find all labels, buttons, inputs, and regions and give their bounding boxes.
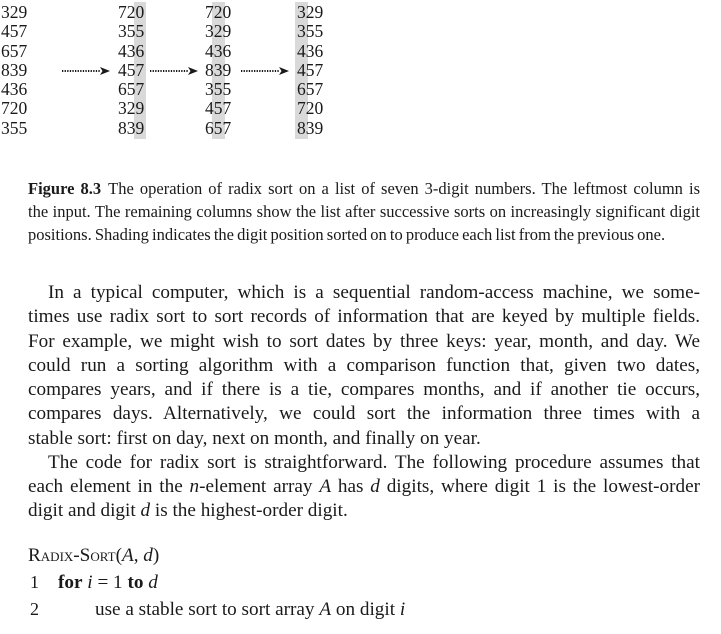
dotted-arrow-icon: [241, 67, 289, 75]
code-line: 2 use a stable sort to sort array A on di…: [28, 596, 700, 623]
body-paragraph: In a typical computer, which is a sequen…: [28, 281, 700, 451]
math-variable: A: [121, 545, 134, 566]
column-number: 436: [118, 40, 145, 61]
text-line: The code for radix sort is straightforwa…: [48, 451, 700, 473]
caption-text: the input. The remaining columns show th…: [28, 202, 700, 221]
column-number: 457: [118, 59, 145, 80]
pseudocode-block: Radix-Sort(A, d) 1 for i = 1 to d 2 use a …: [28, 543, 700, 623]
math-variable: d: [143, 545, 153, 566]
column-number: 657: [205, 117, 232, 138]
dotted-arrow-icon: [62, 67, 110, 75]
math-variable: A: [319, 476, 332, 497]
text-line: compares days. Alternatively, we could s…: [28, 403, 700, 425]
column-number: 839: [118, 117, 145, 138]
column-number: 329: [1, 2, 28, 22]
text-line: In a typical computer, which is a sequen…: [48, 282, 700, 303]
math-variable: i: [87, 572, 93, 593]
text-line: times use radix sort to sort records of …: [28, 306, 700, 328]
column-number: 457: [297, 59, 324, 80]
caption-text: positions. Shading indicates the digit p…: [28, 225, 666, 244]
text-line: digit and digit d is the highest-order d…: [28, 500, 348, 522]
column-number: 436: [1, 79, 28, 100]
column-number: 457: [1, 21, 28, 42]
column-number: 657: [1, 40, 28, 61]
text-line: compares years, and if there is a tie, c…: [28, 379, 700, 400]
math-variable: d: [148, 572, 158, 593]
body-text: In a typical computer, which is a sequen…: [28, 281, 700, 524]
pseudocode-keyword: for: [58, 572, 83, 593]
line-number: 2: [30, 599, 39, 619]
column-number: 720: [205, 2, 232, 22]
column-number: 329: [205, 21, 232, 42]
figure-label: Figure 8.3: [28, 179, 102, 198]
line-number: 1: [30, 572, 39, 592]
figure-column-pass-2: 720 329 436 839 355 457 657: [205, 2, 232, 140]
column-number: 839: [205, 59, 232, 80]
code-statement: use a stable sort to sort array A on dig…: [95, 599, 406, 620]
column-number: 329: [297, 2, 324, 22]
caption-text: The operation of radix sort on a list of…: [108, 179, 700, 198]
procedure-name: Radix-Sort: [28, 545, 116, 566]
column-number: 839: [297, 117, 324, 138]
math-variable: A: [319, 599, 332, 620]
column-number: 720: [1, 98, 28, 119]
code-statement: for i = 1 to d: [58, 572, 158, 593]
text-line: each element in the n-element array A ha…: [28, 476, 700, 497]
pseudocode-keyword: to: [127, 572, 144, 593]
column-number: 436: [297, 40, 324, 61]
column-number: 355: [297, 21, 324, 42]
column-number: 657: [118, 79, 145, 100]
math-variable: i: [399, 599, 406, 620]
column-number: 457: [205, 98, 232, 119]
column-number: 436: [205, 40, 232, 61]
column-number: 839: [1, 59, 28, 80]
column-number: 355: [118, 21, 145, 42]
figure-column-pass-3: 329 355 436 457 657 720 839: [295, 2, 324, 140]
figure-column-pass-1: 720 355 436 457 657 329 839: [118, 2, 147, 140]
text-line: could run a sorting algorithm with a com…: [28, 354, 700, 376]
math-variable: d: [140, 500, 151, 522]
dotted-arrow-icon: [150, 67, 198, 75]
code-line: 1 for i = 1 to d: [28, 569, 700, 596]
caption-line: the input. The remaining columns show th…: [28, 200, 700, 223]
column-number: 657: [297, 79, 324, 100]
column-number: 720: [297, 98, 324, 119]
procedure-parameters: (A, d): [115, 545, 160, 566]
text-line: stable sort: first on day, next on month…: [28, 427, 481, 449]
caption-line: Figure 8.3 The operation of radix sort on…: [28, 177, 700, 200]
column-number: 720: [118, 2, 145, 22]
radix-sort-figure: 329 457 657 839 436 720 355 720 355 436 457 657 329…: [0, 0, 330, 145]
figure-caption: Figure 8.3 The operation of radix sort on…: [28, 177, 700, 246]
column-number: 329: [118, 98, 145, 119]
math-variable: d: [370, 476, 380, 497]
caption-line: positions. Shading indicates the digit p…: [28, 223, 700, 246]
figure-column-input: 329 457 657 839 436 720 355: [1, 2, 28, 138]
body-paragraph: The code for radix sort is straightforwa…: [28, 451, 700, 524]
math-variable: n: [189, 476, 200, 497]
text-line: For example, we might wish to sort dates…: [28, 330, 700, 352]
procedure-signature: Radix-Sort(A, d): [28, 543, 700, 569]
column-number: 355: [1, 117, 28, 138]
column-number: 355: [205, 79, 232, 100]
